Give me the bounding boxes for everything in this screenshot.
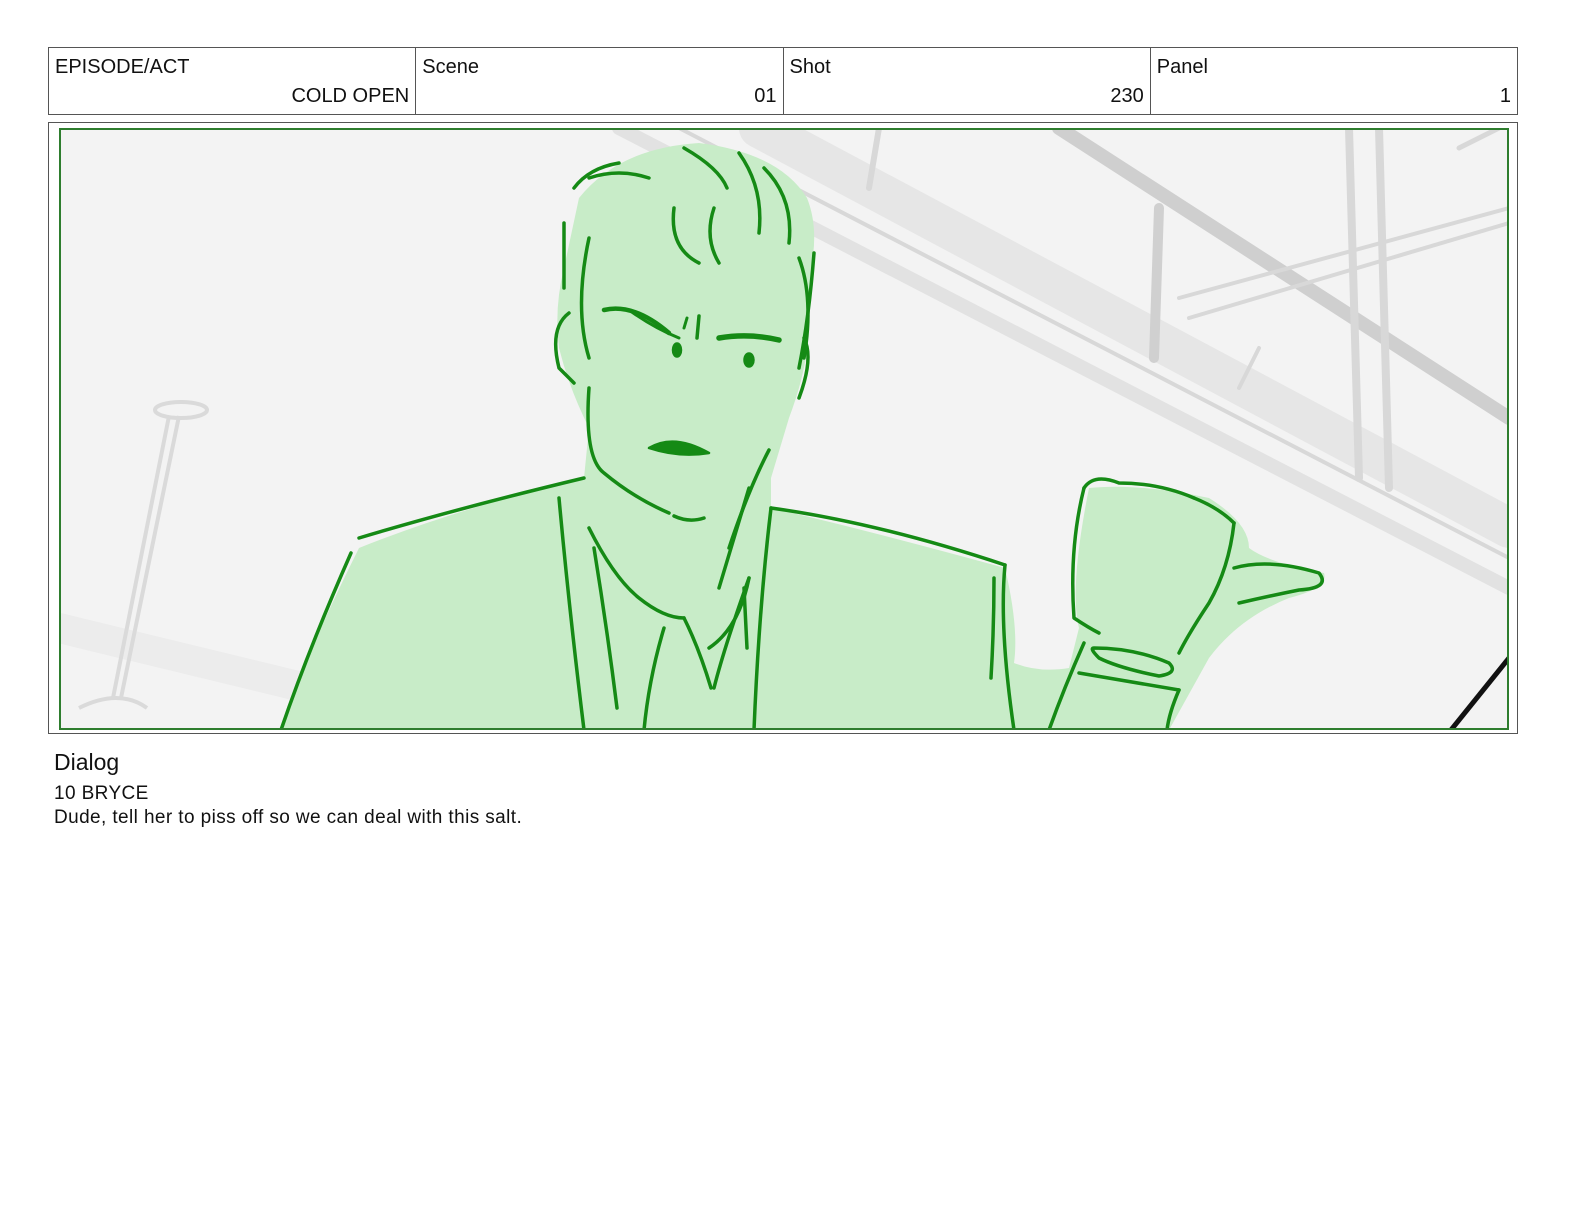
scene-value: 01: [754, 85, 777, 107]
dialog-line: Dude, tell her to piss off so we can dea…: [54, 807, 523, 828]
shot-value: 230: [1110, 85, 1144, 107]
dialog-heading: Dialog: [54, 749, 120, 775]
scene-cell: Scene 01: [416, 48, 784, 114]
episode-act-label: EPISODE/ACT: [55, 56, 190, 78]
scene-label: Scene: [422, 56, 479, 78]
panel-info-header: EPISODE/ACT COLD OPEN Scene 01 Shot 230 …: [48, 47, 1518, 115]
panel-cell: Panel 1: [1151, 48, 1517, 114]
shot-label: Shot: [789, 56, 831, 78]
panel-label: Panel: [1156, 56, 1208, 78]
shot-cell: Shot 230: [784, 48, 1151, 114]
episode-act-value: COLD OPEN: [291, 85, 410, 107]
panel-value: 1: [1499, 85, 1511, 107]
storyboard-drawing: [59, 128, 1509, 730]
dialog-speaker: 10 BRYCE: [54, 783, 149, 804]
storyboard-panel-frame: [48, 122, 1518, 734]
episode-act-cell: EPISODE/ACT COLD OPEN: [49, 48, 417, 114]
